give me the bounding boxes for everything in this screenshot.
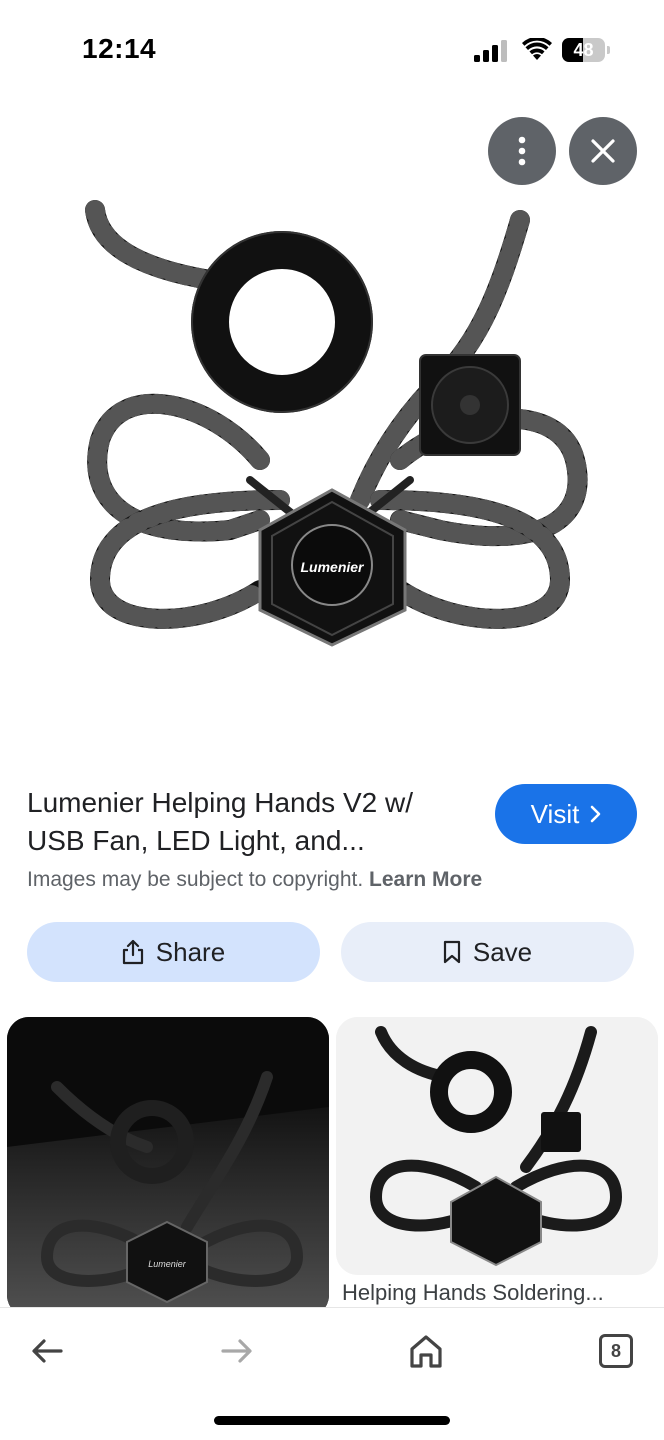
arrow-left-icon — [32, 1339, 63, 1363]
copyright-text: Images may be subject to copyright. — [27, 868, 364, 891]
learn-more-link[interactable]: Learn More — [369, 868, 482, 891]
back-button[interactable] — [19, 1326, 75, 1376]
battery-percent: 48 — [573, 40, 594, 60]
home-icon — [410, 1335, 442, 1368]
tabs-button[interactable]: 8 — [588, 1326, 644, 1376]
visit-button[interactable]: Visit — [495, 784, 637, 844]
related-image-1[interactable]: Lumenier — [7, 1017, 329, 1317]
cellular-signal-icon — [474, 40, 507, 62]
hero-brand-label: Lumenier — [300, 559, 365, 575]
share-button[interactable]: Share — [27, 922, 320, 982]
close-icon — [591, 139, 615, 163]
arrow-right-icon — [221, 1339, 252, 1363]
tab-count-badge: 8 — [599, 1334, 633, 1368]
image-viewer-page: 12:14 48 Lumenier Lumenier Helping Hands… — [0, 0, 664, 1440]
wifi-icon — [522, 38, 552, 60]
chevron-right-icon — [591, 805, 601, 823]
related-image-2[interactable] — [336, 1017, 658, 1275]
related-image-1-picture: Lumenier — [7, 1017, 329, 1317]
share-icon — [122, 939, 143, 965]
product-image[interactable]: Lumenier — [60, 180, 604, 660]
related-image-2-picture — [336, 1017, 658, 1275]
bottom-navigation: 8 — [0, 1307, 664, 1440]
home-button[interactable] — [398, 1326, 454, 1376]
visit-label: Visit — [530, 798, 580, 829]
copyright-notice: Images may be subject to copyright. Lear… — [27, 868, 482, 892]
battery-icon: 48 — [562, 38, 610, 62]
share-label: Share — [155, 936, 226, 967]
status-time: 12:14 — [82, 33, 157, 64]
bookmark-icon — [443, 940, 460, 964]
save-button[interactable]: Save — [341, 922, 634, 982]
related-image-2-caption[interactable]: Helping Hands Soldering... — [342, 1280, 604, 1306]
related-image-1-brand: Lumenier — [148, 1259, 187, 1269]
save-label: Save — [472, 936, 533, 967]
more-options-button[interactable] — [488, 117, 556, 185]
forward-button[interactable] — [209, 1326, 265, 1376]
vertical-dots-icon — [518, 136, 526, 166]
home-indicator[interactable] — [214, 1416, 450, 1425]
close-button[interactable] — [569, 117, 637, 185]
status-bar: 12:14 48 — [0, 0, 664, 100]
result-title[interactable]: Lumenier Helping Hands V2 w/ USB Fan, LE… — [27, 784, 477, 860]
